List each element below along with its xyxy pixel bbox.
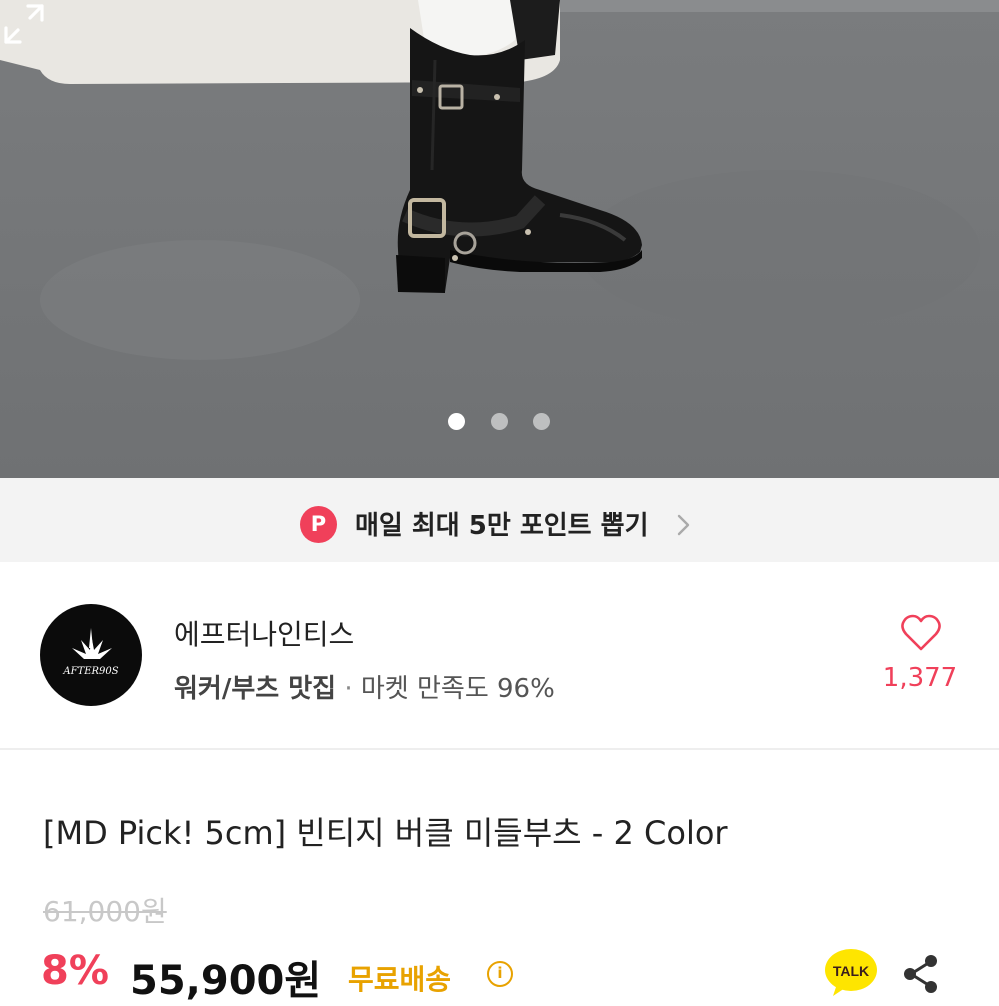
info-icon[interactable]: i: [487, 961, 513, 987]
meta-separator: ·: [336, 674, 361, 704]
free-shipping-label: 무료배송: [348, 963, 452, 996]
share-icon[interactable]: [900, 952, 942, 996]
product-image[interactable]: [0, 0, 999, 478]
likes-count: 1,377: [882, 663, 958, 693]
promo-text[interactable]: 매일 최대 5만 포인트 뽑기: [355, 505, 649, 542]
carousel-dot-1[interactable]: [448, 413, 465, 430]
kakaotalk-icon[interactable]: TALK: [823, 946, 879, 998]
point-badge: P: [300, 506, 337, 543]
info-icon-glyph: i: [497, 964, 503, 982]
discount-rate: 8%: [41, 948, 109, 994]
carousel-indicator: [0, 413, 999, 431]
kakaotalk-label: TALK: [833, 963, 869, 979]
boots-photo: [0, 0, 999, 478]
sale-price: 55,900원: [130, 958, 322, 1004]
market-satisfaction: 마켓 만족도 96%: [360, 674, 555, 704]
original-price: 61,000원: [43, 895, 167, 928]
section-divider: [0, 748, 999, 750]
carousel-dot-3[interactable]: [533, 413, 550, 430]
expand-icon[interactable]: [0, 0, 48, 48]
seller-section: [0, 562, 999, 748]
seller-meta: 워커/부츠 맛집 · 마켓 만족도 96%: [174, 668, 555, 705]
point-badge-letter: P: [310, 512, 327, 536]
seller-name[interactable]: 에프터나인티스: [174, 613, 354, 653]
seller-tag: 워커/부츠 맛집: [174, 674, 337, 704]
seller-logo-text: AFTER90S: [62, 666, 118, 677]
seller-logo[interactable]: AFTER90S: [40, 604, 142, 706]
chevron-right-icon: [677, 514, 690, 536]
heart-icon[interactable]: [900, 613, 942, 653]
sunburst-logo-icon: AFTER90S: [62, 628, 119, 677]
carousel-dot-2[interactable]: [491, 413, 508, 430]
product-title: [MD Pick! 5cm] 빈티지 버클 미들부츠 - 2 Color: [43, 814, 728, 852]
